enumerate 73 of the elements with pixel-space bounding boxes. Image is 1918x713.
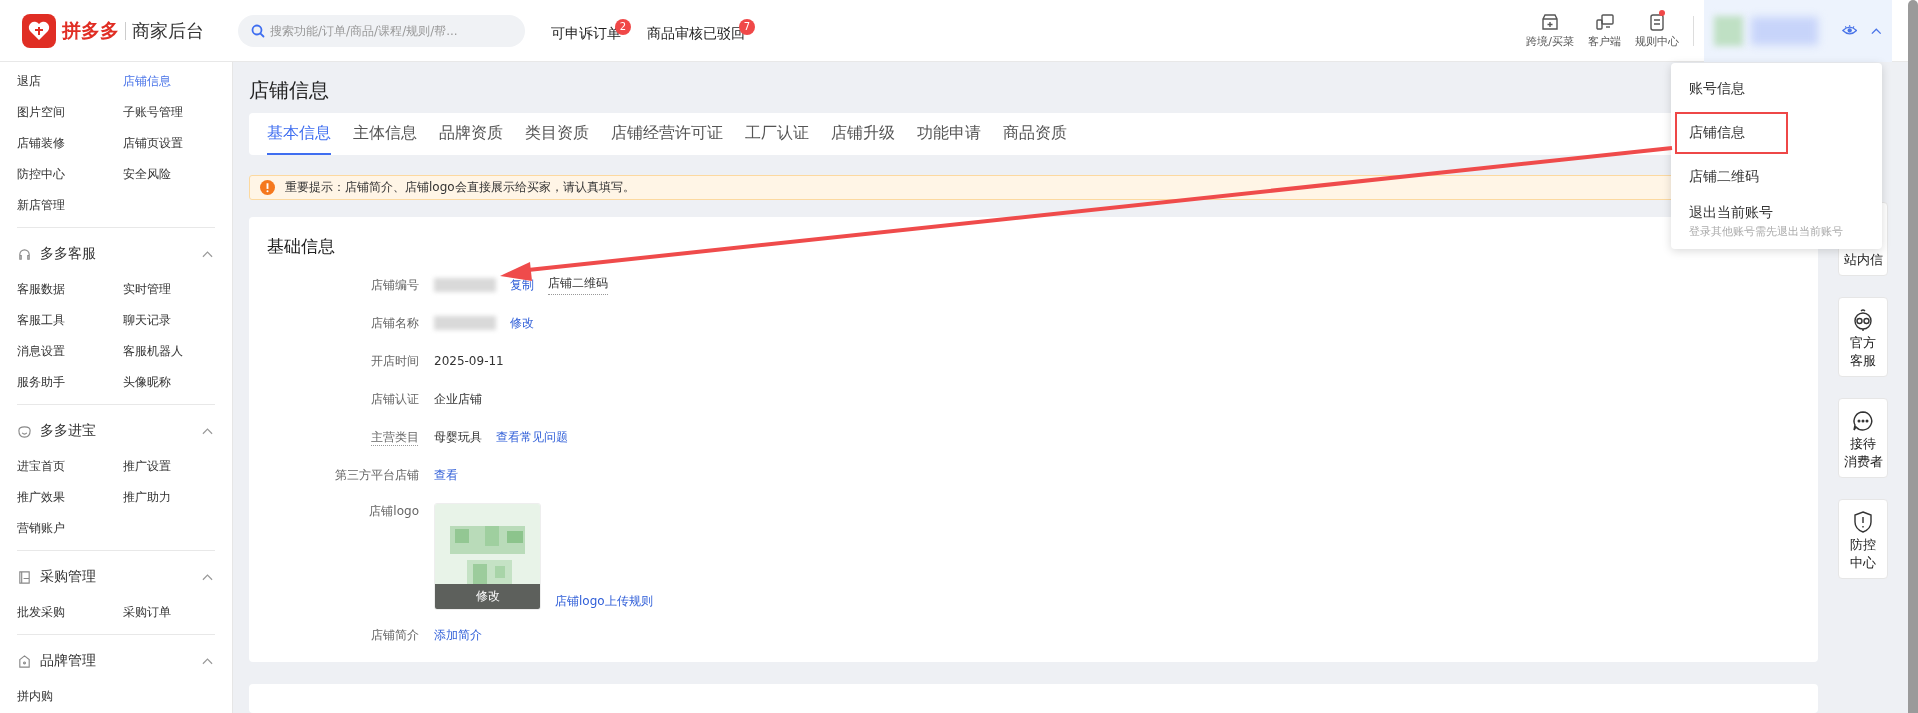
action-link[interactable]: 复制: [510, 276, 534, 294]
sidebar-item[interactable]: 进宝首页: [17, 451, 123, 482]
menu-item[interactable]: 账号信息: [1675, 68, 1876, 110]
sidebar-item[interactable]: 营销账户: [17, 513, 123, 544]
sidebar-item[interactable]: 店铺装修: [17, 128, 123, 159]
sidebar-item[interactable]: 图片空间: [17, 97, 123, 128]
action-link[interactable]: 修改: [510, 314, 534, 332]
field-label: 店铺logo: [368, 503, 420, 521]
action-link[interactable]: 查看常见问题: [496, 428, 568, 446]
sidebar-item[interactable]: 服务助手: [17, 367, 123, 398]
menu-section-title[interactable]: 多多客服: [40, 245, 202, 263]
menu-item[interactable]: 店铺信息: [1675, 112, 1788, 154]
edit-logo-button[interactable]: 修改: [435, 584, 540, 610]
sidebar-item[interactable]: 聊天记录: [123, 305, 215, 336]
field-value: 母婴玩具: [434, 428, 482, 446]
tab[interactable]: 店铺升级: [831, 113, 895, 155]
field-label: 店铺编号: [370, 276, 420, 294]
qr-code-link[interactable]: 店铺二维码: [548, 275, 608, 296]
sidebar-item[interactable]: 子账号管理: [123, 97, 215, 128]
field-label: 主营类目: [370, 428, 420, 446]
toolbar-button[interactable]: 跨境/买菜: [1526, 12, 1574, 49]
field-value: 2025-09-11: [434, 354, 504, 369]
sidebar-item[interactable]: 头像昵称: [123, 367, 215, 398]
sidebar-item[interactable]: 客服工具: [17, 305, 123, 336]
action-link[interactable]: 查看: [434, 466, 458, 484]
sidebar-item[interactable]: 推广效果: [17, 482, 123, 513]
sidebar-item[interactable]: 新店管理: [17, 190, 123, 221]
page-title: 店铺信息: [249, 77, 329, 104]
field-label: 店铺简介: [370, 626, 420, 644]
brand-name: 拼多多: [62, 17, 119, 43]
tab[interactable]: 品牌资质: [439, 113, 503, 155]
tab[interactable]: 功能申请: [917, 113, 981, 155]
field-value: 企业店铺: [434, 390, 482, 408]
sidebar-item[interactable]: 推广设置: [123, 451, 215, 482]
tab[interactable]: 类目资质: [525, 113, 589, 155]
field-label: 店铺认证: [370, 390, 420, 408]
sidebar-item[interactable]: 推广助力: [123, 482, 215, 513]
sidebar-item[interactable]: 店铺页设置: [123, 128, 215, 159]
tab[interactable]: 基本信息: [267, 113, 331, 155]
field-label: 店铺名称: [370, 314, 420, 332]
sidebar-item[interactable]: 店铺信息: [123, 66, 215, 97]
tab[interactable]: 主体信息: [353, 113, 417, 155]
side-button[interactable]: 接待 消费者: [1838, 398, 1888, 478]
action-link[interactable]: 店铺logo上传规则: [555, 593, 653, 611]
field-label: 第三方平台店铺: [334, 466, 420, 484]
toolbar-button[interactable]: 客户端: [1588, 12, 1621, 49]
sidebar-item[interactable]: 消息设置: [17, 336, 123, 367]
menu-item[interactable]: 店铺二维码: [1675, 156, 1876, 198]
sidebar-item[interactable]: 退店: [17, 66, 123, 97]
brand-subtitle: 商家后台: [132, 18, 204, 43]
menu-section-title[interactable]: 品牌管理: [40, 652, 202, 670]
menu-item[interactable]: 退出当前账号 登录其他账号需先退出当前账号: [1675, 200, 1876, 242]
sidebar-item[interactable]: 安全风险: [123, 159, 215, 190]
sidebar-item[interactable]: 实时管理: [123, 274, 215, 305]
sidebar-item[interactable]: 防控中心: [17, 159, 123, 190]
action-link[interactable]: 添加简介: [434, 626, 482, 644]
menu-section-title[interactable]: 采购管理: [40, 568, 202, 586]
card-title: 基础信息: [267, 235, 336, 259]
sidebar-item[interactable]: 客服数据: [17, 274, 123, 305]
side-button[interactable]: 官方 客服: [1838, 297, 1888, 377]
sidebar-item[interactable]: 批发采购: [17, 597, 123, 628]
sidebar-item[interactable]: 拼内购: [17, 681, 123, 712]
menu-section-title[interactable]: 多多进宝: [40, 422, 202, 440]
tab[interactable]: 商品资质: [1003, 113, 1067, 155]
toolbar-button[interactable]: 规则中心: [1635, 12, 1679, 49]
field-label: 开店时间: [370, 352, 420, 370]
tab[interactable]: 工厂认证: [745, 113, 809, 155]
sidebar-item[interactable]: 客服机器人: [123, 336, 215, 367]
tab[interactable]: 店铺经营许可证: [611, 113, 723, 155]
notice-text: 重要提示：店铺简介、店铺logo会直接展示给买家，请认真填写。: [285, 179, 635, 197]
side-button[interactable]: 防控 中心: [1838, 499, 1888, 579]
search-field[interactable]: 搜索功能/订单/商品/课程/规则/帮...: [238, 14, 525, 47]
sidebar-item[interactable]: 采购订单: [123, 597, 215, 628]
